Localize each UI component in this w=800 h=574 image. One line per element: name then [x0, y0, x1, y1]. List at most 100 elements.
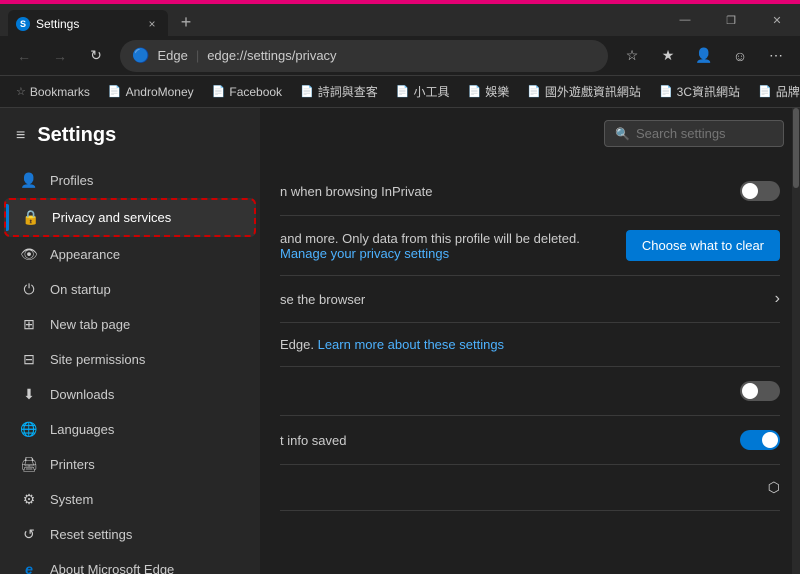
- bookmark-gaming[interactable]: 📄 國外遊戲資訊網站: [519, 80, 649, 103]
- inprivate-text: n when browsing InPrivate: [280, 184, 740, 199]
- startup-icon: ⏻: [20, 281, 38, 298]
- info-saved-toggle-knob: [762, 432, 778, 448]
- separator: |: [196, 48, 199, 63]
- search-box[interactable]: 🔍: [604, 120, 784, 147]
- info-saved-row: t info saved: [280, 416, 780, 465]
- bookmarks-bar: ☆ Bookmarks 📄 AndroMoney 📄 Facebook 📄 詩詞…: [0, 76, 800, 108]
- sidebar-item-appearance[interactable]: 👁 Appearance: [4, 237, 256, 272]
- external-link-icon[interactable]: ⬡: [768, 479, 780, 496]
- search-input[interactable]: [636, 126, 773, 141]
- browser-close-row: se the browser ›: [280, 276, 780, 323]
- languages-icon: 🌐: [20, 421, 38, 438]
- titlebar: S Settings × + — ❐ ✕: [0, 4, 800, 36]
- edge-label: Edge: [157, 48, 187, 63]
- toggle2-knob: [742, 383, 758, 399]
- forward-button[interactable]: →: [44, 40, 76, 72]
- toolbar: ← → ↻ 🔵 Edge | edge://settings/privacy ☆…: [0, 36, 800, 76]
- address-bar[interactable]: 🔵 Edge | edge://settings/privacy: [120, 40, 608, 72]
- bookmark-newsroom[interactable]: 📄 品牌Newsroom: [750, 80, 800, 103]
- main-layout: ≡ Settings 👤 Profiles 🔒 Privacy and serv…: [0, 108, 800, 574]
- info-saved-toggle[interactable]: [740, 430, 780, 450]
- toggle-knob: [742, 183, 758, 199]
- sidebar-item-printers[interactable]: 🖨 Printers: [4, 447, 256, 482]
- facebook-icon: 📄: [212, 85, 226, 98]
- privacy-icon: 🔒: [22, 209, 40, 226]
- sidebar-item-profiles-label: Profiles: [50, 173, 93, 188]
- profiles-icon: 👤: [20, 172, 38, 189]
- favorites-button[interactable]: ★: [652, 40, 684, 72]
- manage-privacy-link[interactable]: Manage your privacy settings: [280, 246, 449, 261]
- clear-data-row: and more. Only data from this profile wi…: [280, 216, 780, 276]
- edge-logo: 🔵: [132, 47, 149, 64]
- toggle2[interactable]: [740, 381, 780, 401]
- scrollbar-track: [792, 108, 800, 574]
- toggle2-row: [280, 367, 780, 416]
- sidebar-item-siteperms[interactable]: ⊟ Site permissions: [4, 342, 256, 377]
- newsroom-label: 品牌Newsroom: [776, 83, 800, 100]
- sidebar-item-reset-label: Reset settings: [50, 527, 132, 542]
- tools-icon: 📄: [396, 85, 410, 98]
- browser-close-arrow[interactable]: ›: [775, 290, 780, 308]
- emoji-button[interactable]: ☺: [724, 40, 756, 72]
- entertainment-icon: 📄: [468, 85, 482, 98]
- profile-button[interactable]: 👤: [688, 40, 720, 72]
- sidebar-item-newtab[interactable]: ⊞ New tab page: [4, 307, 256, 342]
- sidebar-item-reset[interactable]: ↺ Reset settings: [4, 517, 256, 552]
- sidebar-item-system[interactable]: ⚙ System: [4, 482, 256, 517]
- learn-more-link[interactable]: Learn more about these settings: [318, 337, 504, 352]
- bookmarks-folder[interactable]: ☆ Bookmarks: [8, 82, 98, 102]
- sidebar-item-privacy-label: Privacy and services: [52, 210, 171, 225]
- back-button[interactable]: ←: [8, 40, 40, 72]
- more-menu-button[interactable]: ⋯: [760, 40, 792, 72]
- tab-label: Settings: [36, 17, 79, 31]
- favorites-star-button[interactable]: ☆: [616, 40, 648, 72]
- settings-tab[interactable]: S Settings ×: [8, 10, 168, 38]
- sidebar-header: ≡ Settings: [0, 116, 260, 163]
- sidebar-item-downloads-label: Downloads: [50, 387, 114, 402]
- entertainment-label: 娛樂: [485, 83, 509, 100]
- new-tab-button[interactable]: +: [172, 8, 200, 36]
- restore-button[interactable]: ❐: [708, 4, 754, 36]
- bookmark-tools[interactable]: 📄 小工具: [388, 80, 458, 103]
- browser-close-text: se the browser: [280, 292, 775, 307]
- clear-data-text: and more. Only data from this profile wi…: [280, 231, 626, 261]
- poetry-icon: 📄: [300, 85, 314, 98]
- bookmark-facebook[interactable]: 📄 Facebook: [204, 82, 290, 102]
- system-icon: ⚙: [20, 491, 38, 508]
- sidebar-item-about[interactable]: e About Microsoft Edge: [4, 552, 256, 574]
- reset-icon: ↺: [20, 526, 38, 543]
- sidebar-item-startup[interactable]: ⏻ On startup: [4, 272, 256, 307]
- sidebar-item-downloads[interactable]: ⬇ Downloads: [4, 377, 256, 412]
- close-window-button[interactable]: ✕: [754, 4, 800, 36]
- content-area: 🔍 n when browsing InPrivate and more. On…: [260, 108, 800, 574]
- bookmarks-label: Bookmarks: [30, 85, 90, 99]
- sidebar-item-profiles[interactable]: 👤 Profiles: [4, 163, 256, 198]
- scrollbar-thumb[interactable]: [793, 108, 799, 188]
- choose-what-to-clear-button[interactable]: Choose what to clear: [626, 230, 780, 261]
- address-text: edge://settings/privacy: [207, 48, 596, 63]
- hamburger-menu-button[interactable]: ≡: [16, 127, 25, 145]
- bookmark-3c[interactable]: 📄 3C資訊網站: [651, 80, 748, 103]
- bookmark-entertainment[interactable]: 📄 娛樂: [460, 80, 518, 103]
- inprivate-toggle[interactable]: [740, 181, 780, 201]
- refresh-button[interactable]: ↻: [80, 40, 112, 72]
- learn-more-text: Edge. Learn more about these settings: [280, 337, 780, 352]
- poetry-label: 詩詞與查客: [318, 83, 378, 100]
- search-icon: 🔍: [615, 127, 630, 141]
- 3c-icon: 📄: [659, 85, 673, 98]
- bookmark-andromoney[interactable]: 📄 AndroMoney: [100, 82, 202, 102]
- sidebar-item-about-label: About Microsoft Edge: [50, 562, 174, 574]
- info-saved-text: t info saved: [280, 433, 740, 448]
- learn-more-row: Edge. Learn more about these settings: [280, 323, 780, 367]
- sidebar-item-languages-label: Languages: [50, 422, 114, 437]
- close-tab-button[interactable]: ×: [144, 16, 160, 32]
- newtab-icon: ⊞: [20, 316, 38, 333]
- downloads-icon: ⬇: [20, 386, 38, 403]
- about-icon: e: [20, 561, 38, 574]
- bookmark-poetry[interactable]: 📄 詩詞與查客: [292, 80, 386, 103]
- ext-link-row: ⬡: [280, 465, 780, 511]
- content-header: 🔍: [260, 108, 800, 159]
- minimize-button[interactable]: —: [662, 4, 708, 36]
- sidebar-item-privacy[interactable]: 🔒 Privacy and services: [4, 198, 256, 237]
- sidebar-item-languages[interactable]: 🌐 Languages: [4, 412, 256, 447]
